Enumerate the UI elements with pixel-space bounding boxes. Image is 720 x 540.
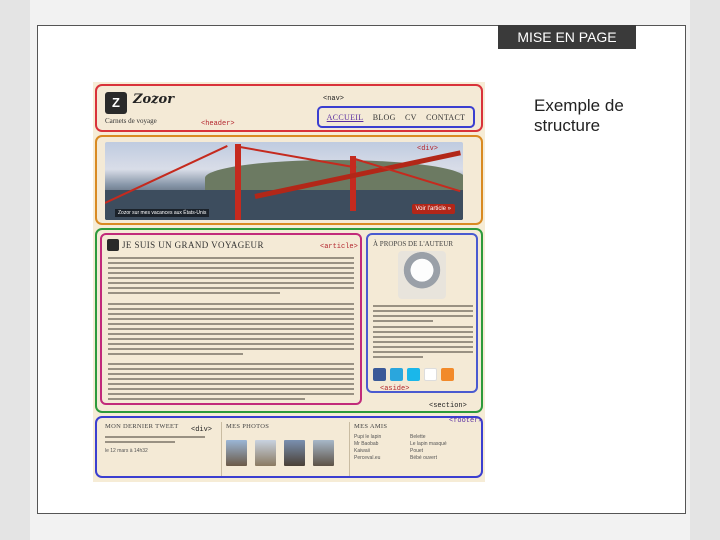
friend-link[interactable]: Pouet [410,448,447,455]
friends-title: MES AMIS [354,423,388,430]
bridge-tower [350,156,356,211]
nav-item-contact[interactable]: CONTACT [426,113,465,122]
footer-region: <footer> MON DERNIER TWEET <div> le 12 m… [95,416,483,478]
article-title: JE SUIS UN GRAND VOYAGEUR [122,240,264,250]
facebook-icon[interactable] [373,368,386,381]
banner-photo: Zozor sur mes vacances aux États-Unis Vo… [105,142,463,220]
section-region: JE SUIS UN GRAND VOYAGEUR <article> À PR… [95,228,483,413]
article-region: JE SUIS UN GRAND VOYAGEUR <article> [100,233,362,405]
friend-link[interactable]: Le lapin masqué [410,441,447,448]
read-article-button[interactable]: Voir l'article » [411,204,455,214]
header-tag-label: <header> [201,120,235,128]
nav-bar: ACCUEIL BLOG CV CONTACT [317,106,475,128]
tweet-title: MON DERNIER TWEET [105,423,179,430]
banner-caption: Zozor sur mes vacances aux États-Unis [115,209,210,217]
tweet-date: le 12 mars à 14h32 [105,448,148,454]
tweet-text [105,436,205,446]
author-avatar [398,251,446,299]
friend-link[interactable]: Belette [410,434,447,441]
photos-title: MES PHOTOS [226,423,270,430]
aside-region: À PROPOS DE L'AUTEUR <aside> [366,233,478,393]
vimeo-icon[interactable] [407,368,420,381]
section-tag-label: <section> [429,402,467,410]
article-paragraph-1 [108,257,354,297]
div-tag-label-2: <div> [191,426,213,434]
article-icon [107,239,119,251]
social-icons [373,368,454,381]
slide-caption: Exemple de structure [534,96,624,135]
aside-tag-label: <aside> [380,385,410,393]
nav-item-cv[interactable]: CV [405,113,417,122]
friend-link[interactable]: Mr Baobab [354,441,381,448]
nav-tag-label: <nav> [323,95,345,103]
banner-div-region: Zozor sur mes vacances aux États-Unis Vo… [95,135,483,225]
slide-title: MISE EN PAGE [498,25,636,49]
background-stripe [0,0,30,540]
background-stripe [690,0,720,540]
footer-photos-column: MES PHOTOS [221,422,344,476]
photo-thumbnail[interactable] [284,440,305,466]
friend-link[interactable]: Kaiwaii [354,448,381,455]
nav-item-accueil[interactable]: ACCUEIL [327,113,364,122]
friend-link[interactable]: Perceval.eu [354,455,381,462]
logo-icon[interactable]: Z [105,92,127,114]
aside-title: À PROPOS DE L'AUTEUR [373,240,454,248]
flickr-icon[interactable] [424,368,437,381]
nav-item-blog[interactable]: BLOG [373,113,396,122]
article-tag-label: <article> [320,243,358,251]
twitter-icon[interactable] [390,368,403,381]
website-screenshot: Z Zozor Carnets de voyage <header> <nav>… [93,82,485,482]
friends-list-2: Belette Le lapin masqué Pouet Bébé ouver… [410,434,447,462]
article-paragraph-2 [108,303,354,358]
bridge-tower [235,144,241,220]
friend-link[interactable]: Bébé ouvert [410,455,447,462]
article-paragraph-3 [108,363,354,403]
friend-link[interactable]: Pupi le lapin [354,434,381,441]
div-tag-label: <div> [417,145,439,153]
photo-thumbnail[interactable] [255,440,276,466]
photo-thumbnail[interactable] [313,440,334,466]
photo-thumbnail[interactable] [226,440,247,466]
friends-list-1: Pupi le lapin Mr Baobab Kaiwaii Perceval… [354,434,381,462]
footer-tweet-column: MON DERNIER TWEET <div> le 12 mars à 14h… [101,422,213,476]
aside-text [373,305,473,361]
site-tagline: Carnets de voyage [105,117,157,125]
site-brand[interactable]: Zozor [133,92,174,107]
footer-friends-column: MES AMIS Pupi le lapin Mr Baobab Kaiwaii… [349,422,478,476]
rss-icon[interactable] [441,368,454,381]
header-region: Z Zozor Carnets de voyage <header> <nav>… [95,84,483,132]
